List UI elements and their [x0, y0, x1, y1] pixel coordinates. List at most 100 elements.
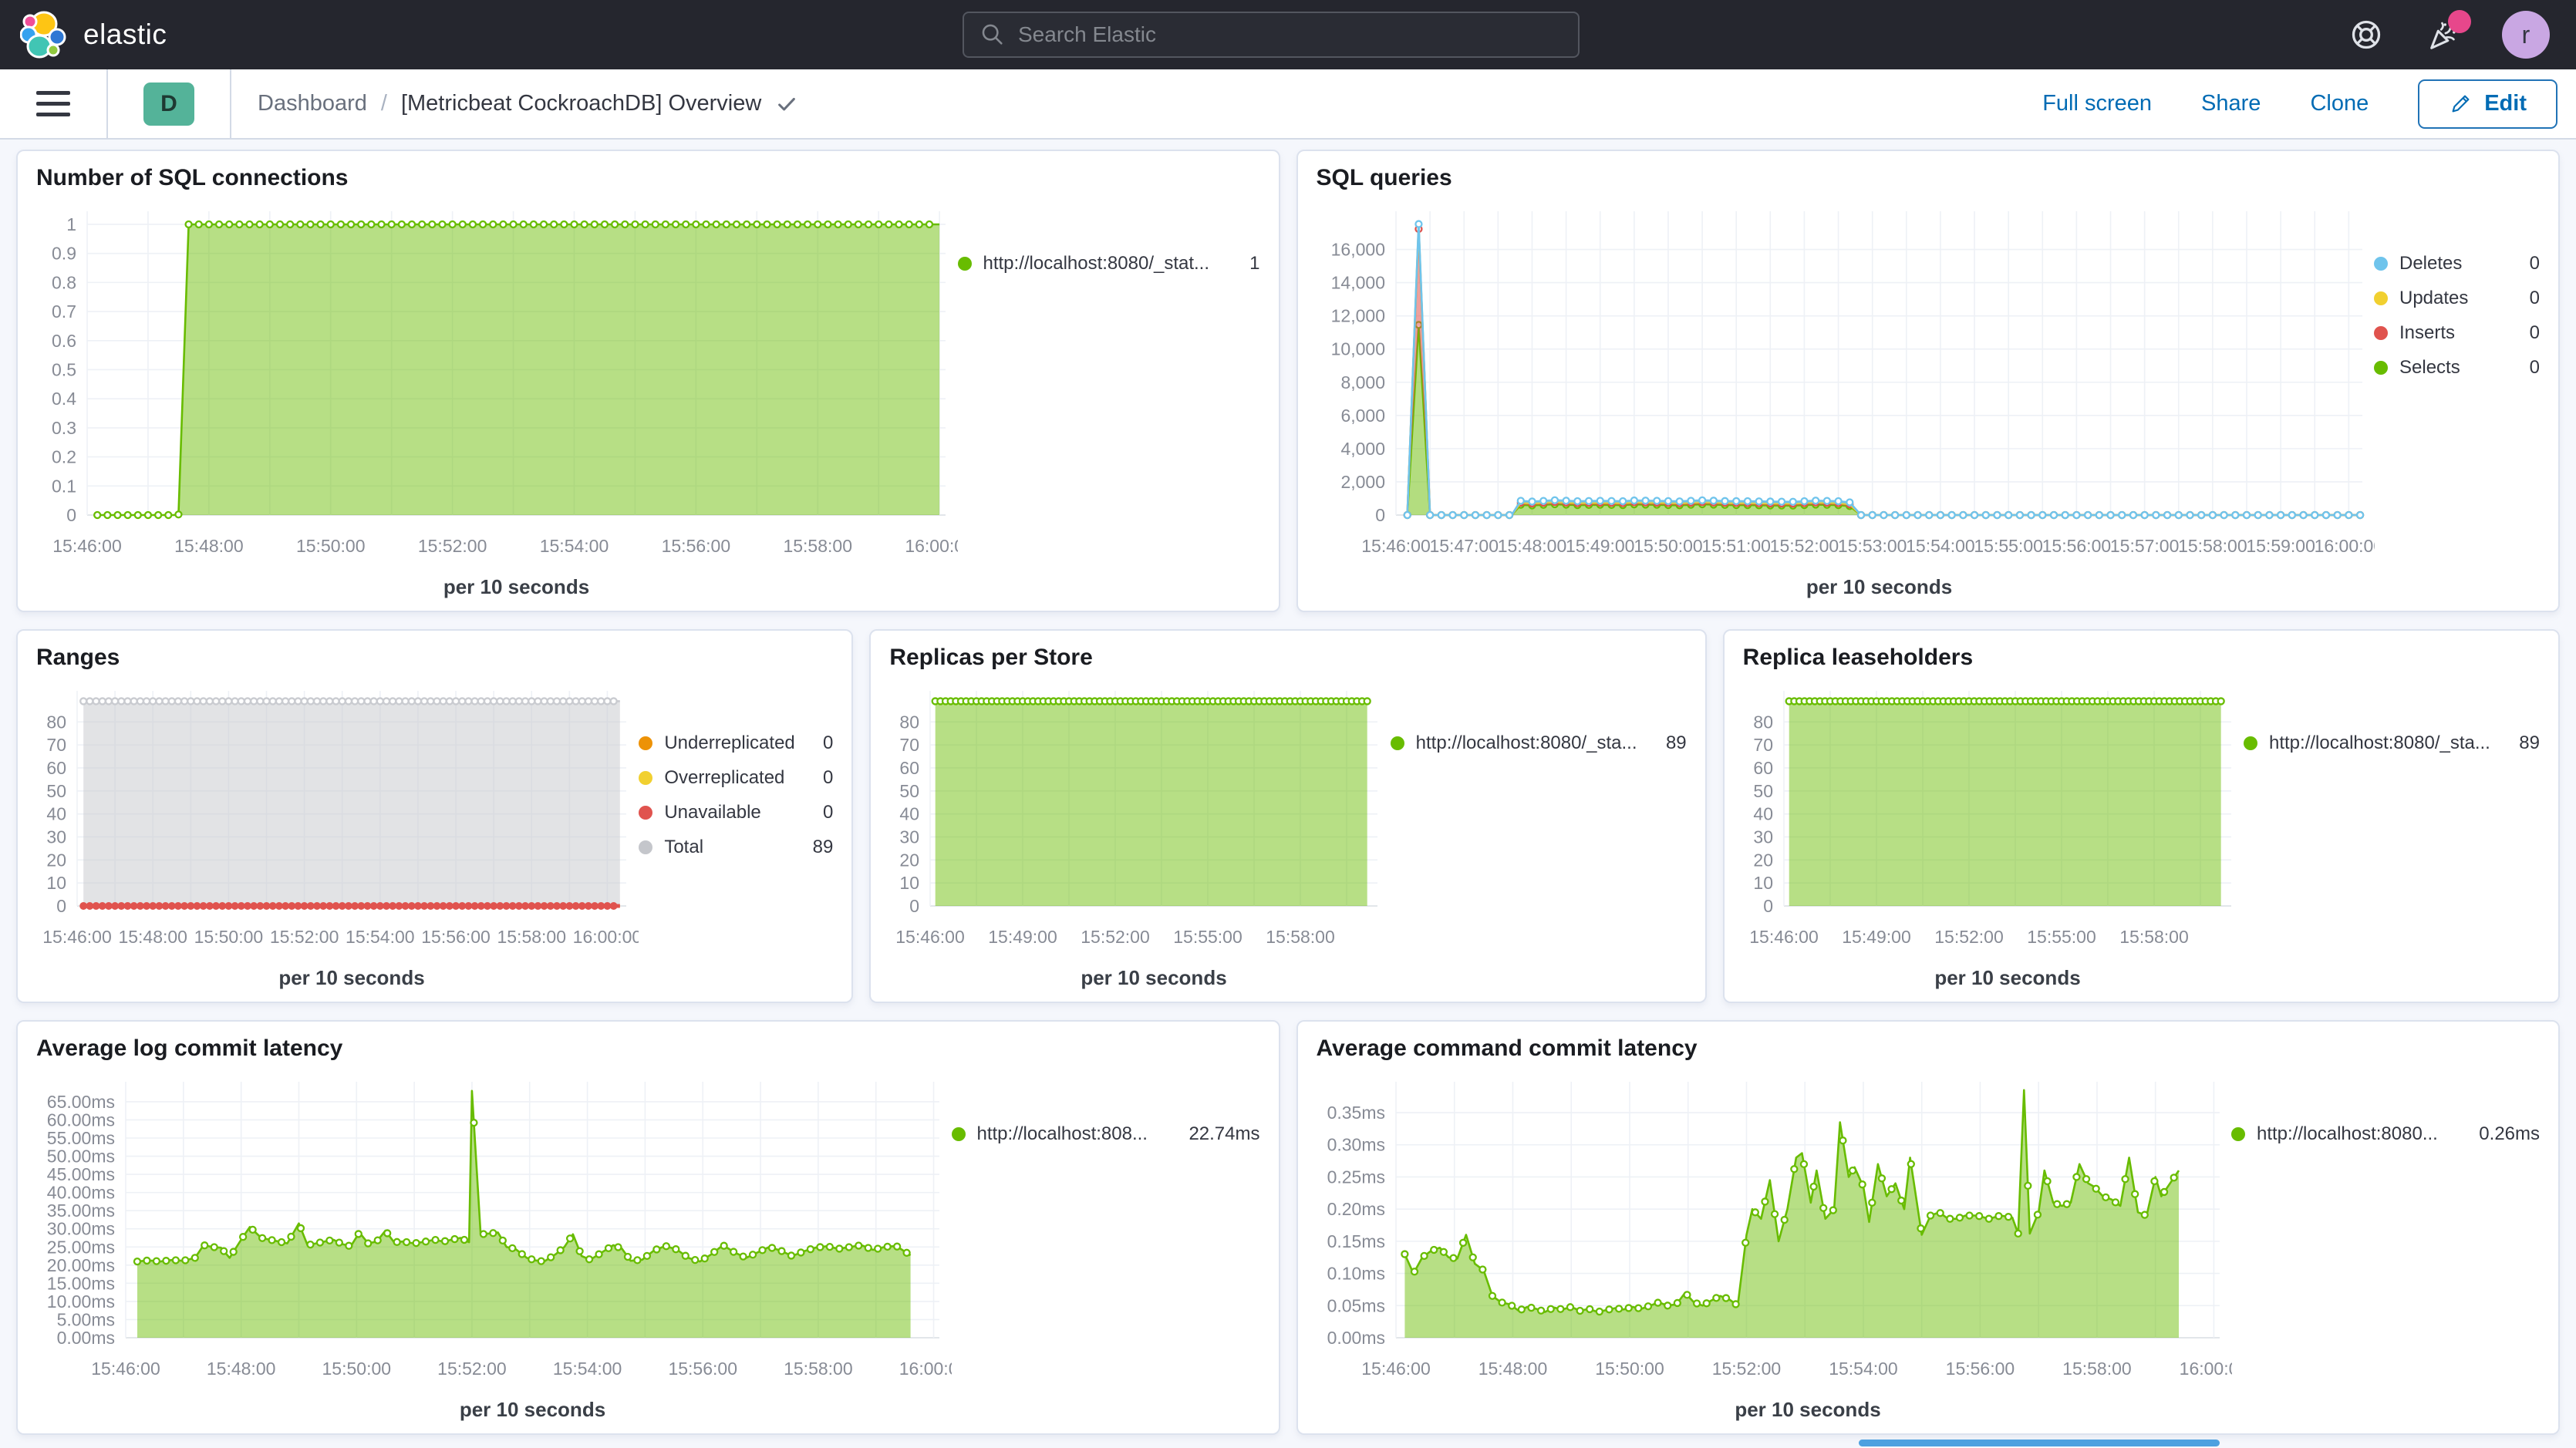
- svg-text:80: 80: [46, 712, 66, 732]
- legend-item[interactable]: Unavailable 0: [639, 802, 833, 823]
- svg-text:15:46:00: 15:46:00: [1361, 536, 1431, 556]
- panel-ranges: Ranges 8070605040302010015:46:0015:48:00…: [16, 629, 853, 1003]
- legend-item[interactable]: Underreplicated0: [639, 732, 833, 754]
- chart-sql-connections[interactable]: 10.90.80.70.60.50.40.30.20.1015:46:0015:…: [36, 193, 958, 606]
- svg-text:0: 0: [1375, 505, 1385, 525]
- legend-label: Unavailable: [664, 802, 811, 823]
- legend-swatch: [639, 736, 652, 750]
- global-search[interactable]: [963, 12, 1580, 58]
- svg-text:5.00ms: 5.00ms: [57, 1309, 115, 1329]
- svg-text:16:00:00: 16:00:00: [2314, 536, 2374, 556]
- legend-swatch: [639, 840, 652, 854]
- legend-item[interactable]: Total89: [639, 837, 833, 858]
- help-button[interactable]: [2348, 16, 2385, 53]
- legend-item[interactable]: http://localhost:8080/_stat...1: [958, 253, 1260, 274]
- chart-log-commit-latency[interactable]: 65.00ms60.00ms55.00ms50.00ms45.00ms40.00…: [36, 1063, 952, 1429]
- legend-item[interactable]: Updates0: [2374, 288, 2540, 309]
- dashboard-app-badge[interactable]: D: [143, 83, 194, 126]
- svg-text:15:48:00: 15:48:00: [1497, 536, 1566, 556]
- svg-text:50: 50: [46, 781, 66, 801]
- legend-label: Underreplicated: [664, 732, 811, 754]
- legend-swatch: [952, 1127, 966, 1141]
- svg-text:6,000: 6,000: [1340, 406, 1385, 426]
- breadcrumb: Dashboard / [Metricbeat CockroachDB] Ove…: [231, 91, 798, 116]
- avatar-initial: r: [2522, 21, 2530, 49]
- legend-label: Total: [664, 837, 800, 858]
- legend-item[interactable]: http://localhost:808...22.74ms: [952, 1123, 1260, 1145]
- user-avatar[interactable]: r: [2502, 11, 2550, 59]
- legend-item[interactable]: http://localhost:8080/_sta...89: [1391, 732, 1687, 754]
- share-button[interactable]: Share: [2201, 91, 2261, 116]
- breadcrumb-dashboard-link[interactable]: Dashboard: [258, 91, 367, 116]
- check-icon[interactable]: [775, 93, 798, 116]
- svg-text:per 10 seconds: per 10 seconds: [1081, 966, 1227, 989]
- legend-item[interactable]: http://localhost:8080...0.26ms: [2231, 1123, 2540, 1145]
- svg-text:60: 60: [1753, 758, 1773, 778]
- legend-item[interactable]: Deletes0: [2374, 253, 2540, 274]
- svg-text:15:52:00: 15:52:00: [1081, 927, 1151, 947]
- chart-replica-leaseholders[interactable]: 8070605040302010015:46:0015:49:0015:52:0…: [1743, 672, 2244, 997]
- chart-sql-queries[interactable]: 16,00014,00012,00010,0008,0006,0004,0002…: [1317, 193, 2375, 606]
- svg-text:0.05ms: 0.05ms: [1327, 1295, 1384, 1315]
- svg-text:70: 70: [900, 735, 920, 755]
- legend-value: 0: [823, 802, 833, 823]
- legend-item[interactable]: Inserts0: [2374, 322, 2540, 344]
- svg-text:15:59:00: 15:59:00: [2246, 536, 2315, 556]
- svg-text:15:56:00: 15:56:00: [2042, 536, 2111, 556]
- legend-item[interactable]: Selects0: [2374, 357, 2540, 379]
- svg-text:15:51:00: 15:51:00: [1701, 536, 1771, 556]
- chart-ranges[interactable]: 8070605040302010015:46:0015:48:0015:50:0…: [36, 672, 639, 997]
- svg-text:per 10 seconds: per 10 seconds: [1735, 1398, 1880, 1421]
- svg-text:15:55:00: 15:55:00: [2027, 927, 2096, 947]
- legend-swatch: [1391, 736, 1404, 750]
- news-feed-button[interactable]: [2425, 16, 2462, 53]
- legend-label: http://localhost:808...: [977, 1123, 1177, 1145]
- svg-text:0.15ms: 0.15ms: [1327, 1231, 1384, 1251]
- svg-text:15:55:00: 15:55:00: [1974, 536, 2043, 556]
- panel-title: Average log commit latency: [36, 1035, 1260, 1062]
- legend-value: 89: [1666, 732, 1687, 754]
- svg-text:20: 20: [46, 850, 66, 870]
- chart-legend: Deletes0 Updates0 Inserts0 Selects0: [2374, 193, 2540, 606]
- svg-text:0.00ms: 0.00ms: [1327, 1328, 1384, 1348]
- legend-item[interactable]: Overreplicated0: [639, 767, 833, 789]
- panel-number-of-sql-connections: Number of SQL connections 10.90.80.70.60…: [16, 150, 1280, 612]
- svg-text:15:56:00: 15:56:00: [668, 1359, 737, 1379]
- svg-text:30: 30: [1753, 827, 1773, 847]
- brand-name: elastic: [83, 19, 167, 51]
- menu-button[interactable]: [0, 69, 108, 138]
- notification-dot: [2448, 10, 2471, 33]
- svg-text:15:58:00: 15:58:00: [2062, 1359, 2132, 1379]
- svg-text:16:00:00: 16:00:00: [2179, 1359, 2231, 1379]
- legend-swatch: [639, 771, 652, 785]
- svg-text:80: 80: [900, 712, 920, 732]
- svg-text:15:58:00: 15:58:00: [2178, 536, 2247, 556]
- chart-replicas-per-store[interactable]: 8070605040302010015:46:0015:49:0015:52:0…: [889, 672, 1390, 997]
- chart-command-commit-latency[interactable]: 0.35ms0.30ms0.25ms0.20ms0.15ms0.10ms0.05…: [1317, 1063, 2232, 1429]
- full-screen-button[interactable]: Full screen: [2042, 91, 2152, 116]
- svg-text:15:53:00: 15:53:00: [1837, 536, 1907, 556]
- svg-text:15:56:00: 15:56:00: [662, 536, 731, 556]
- svg-text:15:46:00: 15:46:00: [896, 927, 966, 947]
- svg-text:15:50:00: 15:50:00: [322, 1359, 392, 1379]
- svg-text:0.9: 0.9: [52, 244, 76, 264]
- legend-value: 89: [2519, 732, 2540, 754]
- legend-swatch: [2231, 1127, 2245, 1141]
- svg-text:0: 0: [1763, 896, 1773, 916]
- svg-text:60: 60: [900, 758, 920, 778]
- edit-button-label: Edit: [2484, 91, 2527, 116]
- svg-text:16:00:00: 16:00:00: [573, 927, 639, 947]
- svg-text:0.10ms: 0.10ms: [1327, 1264, 1384, 1284]
- clone-button[interactable]: Clone: [2310, 91, 2369, 116]
- horizontal-scrollbar-thumb[interactable]: [1859, 1440, 2220, 1446]
- svg-text:15:48:00: 15:48:00: [207, 1359, 276, 1379]
- legend-value: 1: [1249, 253, 1259, 274]
- top-header-bar: elastic r: [0, 0, 2576, 69]
- legend-item[interactable]: http://localhost:8080/_sta...89: [2244, 732, 2540, 754]
- svg-text:15:54:00: 15:54:00: [540, 536, 609, 556]
- edit-button[interactable]: Edit: [2418, 79, 2557, 129]
- elastic-brand[interactable]: elastic: [0, 10, 167, 59]
- legend-label: Overreplicated: [664, 767, 811, 789]
- search-input[interactable]: [1018, 22, 1563, 47]
- svg-text:20: 20: [1753, 850, 1773, 870]
